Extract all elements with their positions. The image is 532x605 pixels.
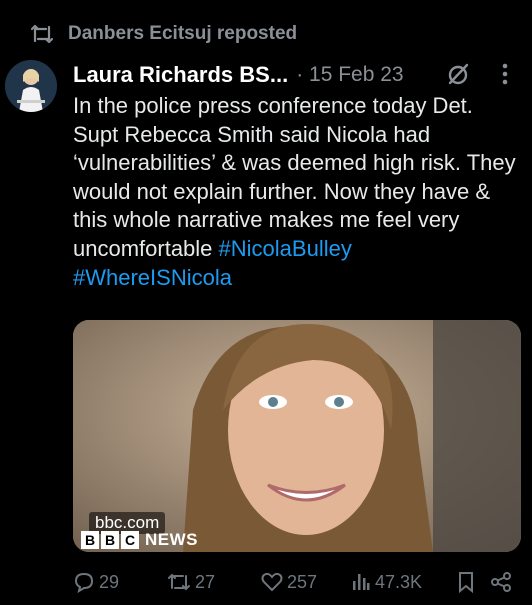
- repost-icon: [30, 24, 54, 44]
- logo-letter: C: [121, 531, 139, 549]
- reply-icon: [73, 571, 95, 593]
- like-button[interactable]: 257: [261, 568, 317, 596]
- like-count: 257: [287, 571, 318, 592]
- share-icon: [489, 571, 513, 593]
- repost-icon: [167, 572, 191, 592]
- logo-letter: B: [81, 531, 99, 549]
- post-media-image[interactable]: bbc.com B B C NEWS: [73, 320, 521, 552]
- author-avatar[interactable]: [5, 60, 57, 112]
- reply-count: 29: [99, 571, 120, 592]
- author-name[interactable]: Laura Richards BS...: [73, 62, 288, 88]
- more-options-icon[interactable]: [501, 61, 509, 92]
- views-count: 47.3K: [375, 571, 423, 592]
- repost-label: Danbers Ecitsuj reposted: [68, 23, 298, 44]
- logo-letter: B: [101, 531, 119, 549]
- action-bar: 29 27 257 47.3K: [73, 568, 523, 596]
- repost-count: 27: [195, 571, 216, 592]
- repost-indicator[interactable]: Danbers Ecitsuj reposted: [30, 20, 297, 48]
- post-text: In the police press conference today Det…: [73, 92, 523, 292]
- hashtag-link[interactable]: #NicolaBulley: [219, 236, 352, 261]
- bookmark-button[interactable]: [457, 568, 475, 596]
- reply-button[interactable]: 29: [73, 568, 119, 596]
- heart-icon: [261, 572, 283, 592]
- logo-word: NEWS: [145, 530, 198, 549]
- post-header: Laura Richards BS... · 15 Feb 23: [73, 58, 522, 92]
- repost-button[interactable]: 27: [167, 568, 215, 596]
- grok-icon[interactable]: [445, 61, 471, 92]
- post-date[interactable]: · 15 Feb 23: [296, 63, 403, 87]
- views-icon: [351, 572, 371, 592]
- hashtag-link[interactable]: #WhereISNicola: [73, 265, 232, 290]
- bookmark-icon: [457, 571, 475, 593]
- bbc-news-logo: B B C NEWS: [81, 530, 198, 550]
- share-button[interactable]: [489, 568, 513, 596]
- views-button[interactable]: 47.3K: [351, 568, 422, 596]
